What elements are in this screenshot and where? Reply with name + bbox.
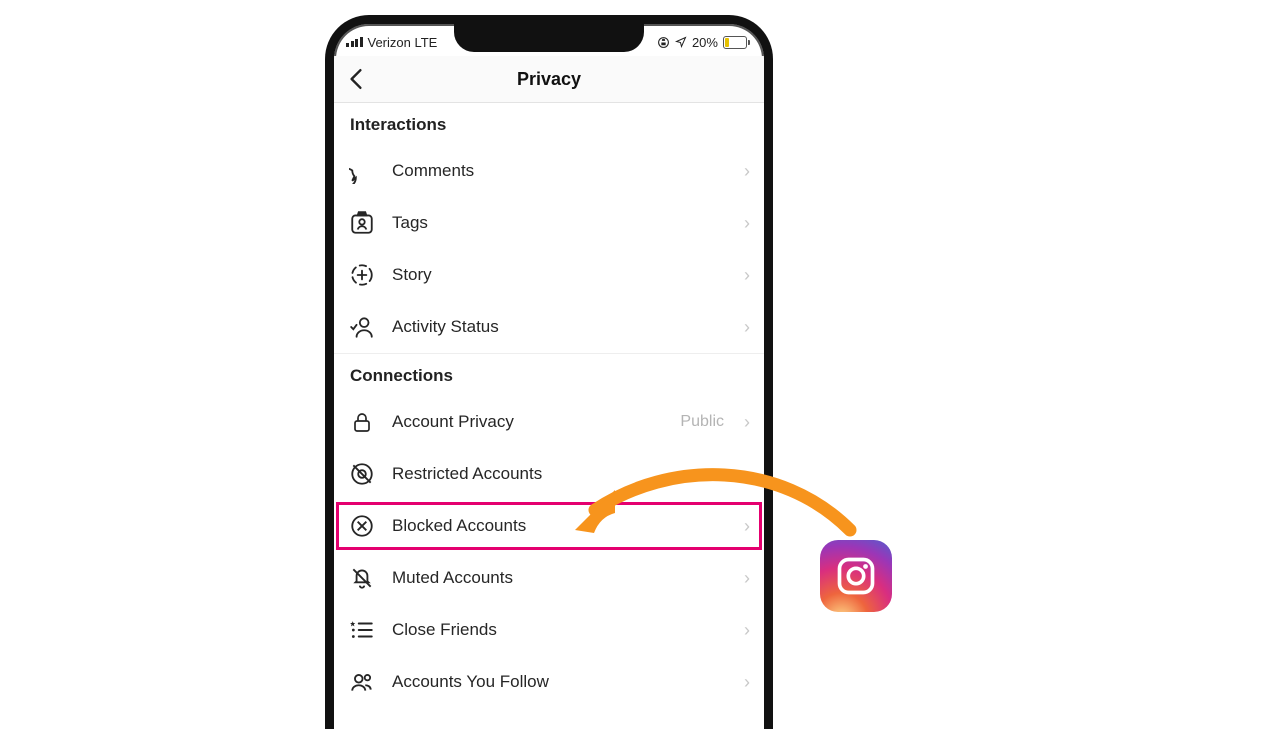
restricted-icon <box>348 460 376 488</box>
chevron-right-icon: › <box>744 464 750 485</box>
row-label: Muted Accounts <box>392 568 728 588</box>
row-blocked-accounts[interactable]: Blocked Accounts › <box>334 500 764 552</box>
row-value: Public <box>680 413 724 431</box>
section-heading-connections: Connections <box>334 354 764 396</box>
chevron-right-icon: › <box>744 161 750 182</box>
row-label: Close Friends <box>392 620 728 640</box>
carrier-label: Verizon LTE <box>368 35 438 50</box>
row-label: Story <box>392 265 728 285</box>
chevron-right-icon: › <box>744 317 750 338</box>
chevron-right-icon: › <box>744 620 750 641</box>
chevron-right-icon: › <box>744 672 750 693</box>
lock-icon <box>348 408 376 436</box>
page-title: Privacy <box>334 69 764 90</box>
row-label: Account Privacy <box>392 412 664 432</box>
settings-list: Interactions Comments › Tags › <box>334 103 764 729</box>
section-heading-interactions: Interactions <box>334 103 764 145</box>
row-tags[interactable]: Tags › <box>334 197 764 249</box>
row-comments[interactable]: Comments › <box>334 145 764 197</box>
phone-notch <box>454 24 644 52</box>
row-label: Accounts You Follow <box>392 672 728 692</box>
row-label: Tags <box>392 213 728 233</box>
signal-bars-icon <box>346 37 363 47</box>
phone-screen: Verizon LTE 12:09 PM 20% <box>334 24 764 729</box>
row-label: Blocked Accounts <box>392 516 728 536</box>
row-muted-accounts[interactable]: Muted Accounts › <box>334 552 764 604</box>
row-accounts-you-follow[interactable]: Accounts You Follow › <box>334 656 764 708</box>
activity-status-icon <box>348 313 376 341</box>
row-activity-status[interactable]: Activity Status › <box>334 301 764 353</box>
instagram-icon <box>820 540 892 612</box>
blocked-icon <box>348 512 376 540</box>
close-friends-list-icon <box>348 616 376 644</box>
row-restricted-accounts[interactable]: Restricted Accounts › <box>334 448 764 500</box>
chevron-right-icon: › <box>744 568 750 589</box>
row-account-privacy[interactable]: Account Privacy Public › <box>334 396 764 448</box>
battery-percent: 20% <box>692 35 718 50</box>
phone-frame: Verizon LTE 12:09 PM 20% <box>325 15 773 729</box>
orientation-lock-icon <box>657 36 670 49</box>
chevron-right-icon: › <box>744 265 750 286</box>
tag-user-icon <box>348 209 376 237</box>
comment-icon <box>348 157 376 185</box>
muted-bell-icon <box>348 564 376 592</box>
chevron-right-icon: › <box>744 516 750 537</box>
row-story[interactable]: Story › <box>334 249 764 301</box>
row-close-friends[interactable]: Close Friends › <box>334 604 764 656</box>
story-icon <box>348 261 376 289</box>
people-icon <box>348 668 376 696</box>
battery-icon <box>723 36 750 49</box>
row-label: Restricted Accounts <box>392 464 728 484</box>
chevron-right-icon: › <box>744 213 750 234</box>
row-label: Activity Status <box>392 317 728 337</box>
row-label: Comments <box>392 161 728 181</box>
nav-header: Privacy <box>334 56 764 103</box>
chevron-right-icon: › <box>744 412 750 433</box>
location-icon <box>675 36 687 48</box>
